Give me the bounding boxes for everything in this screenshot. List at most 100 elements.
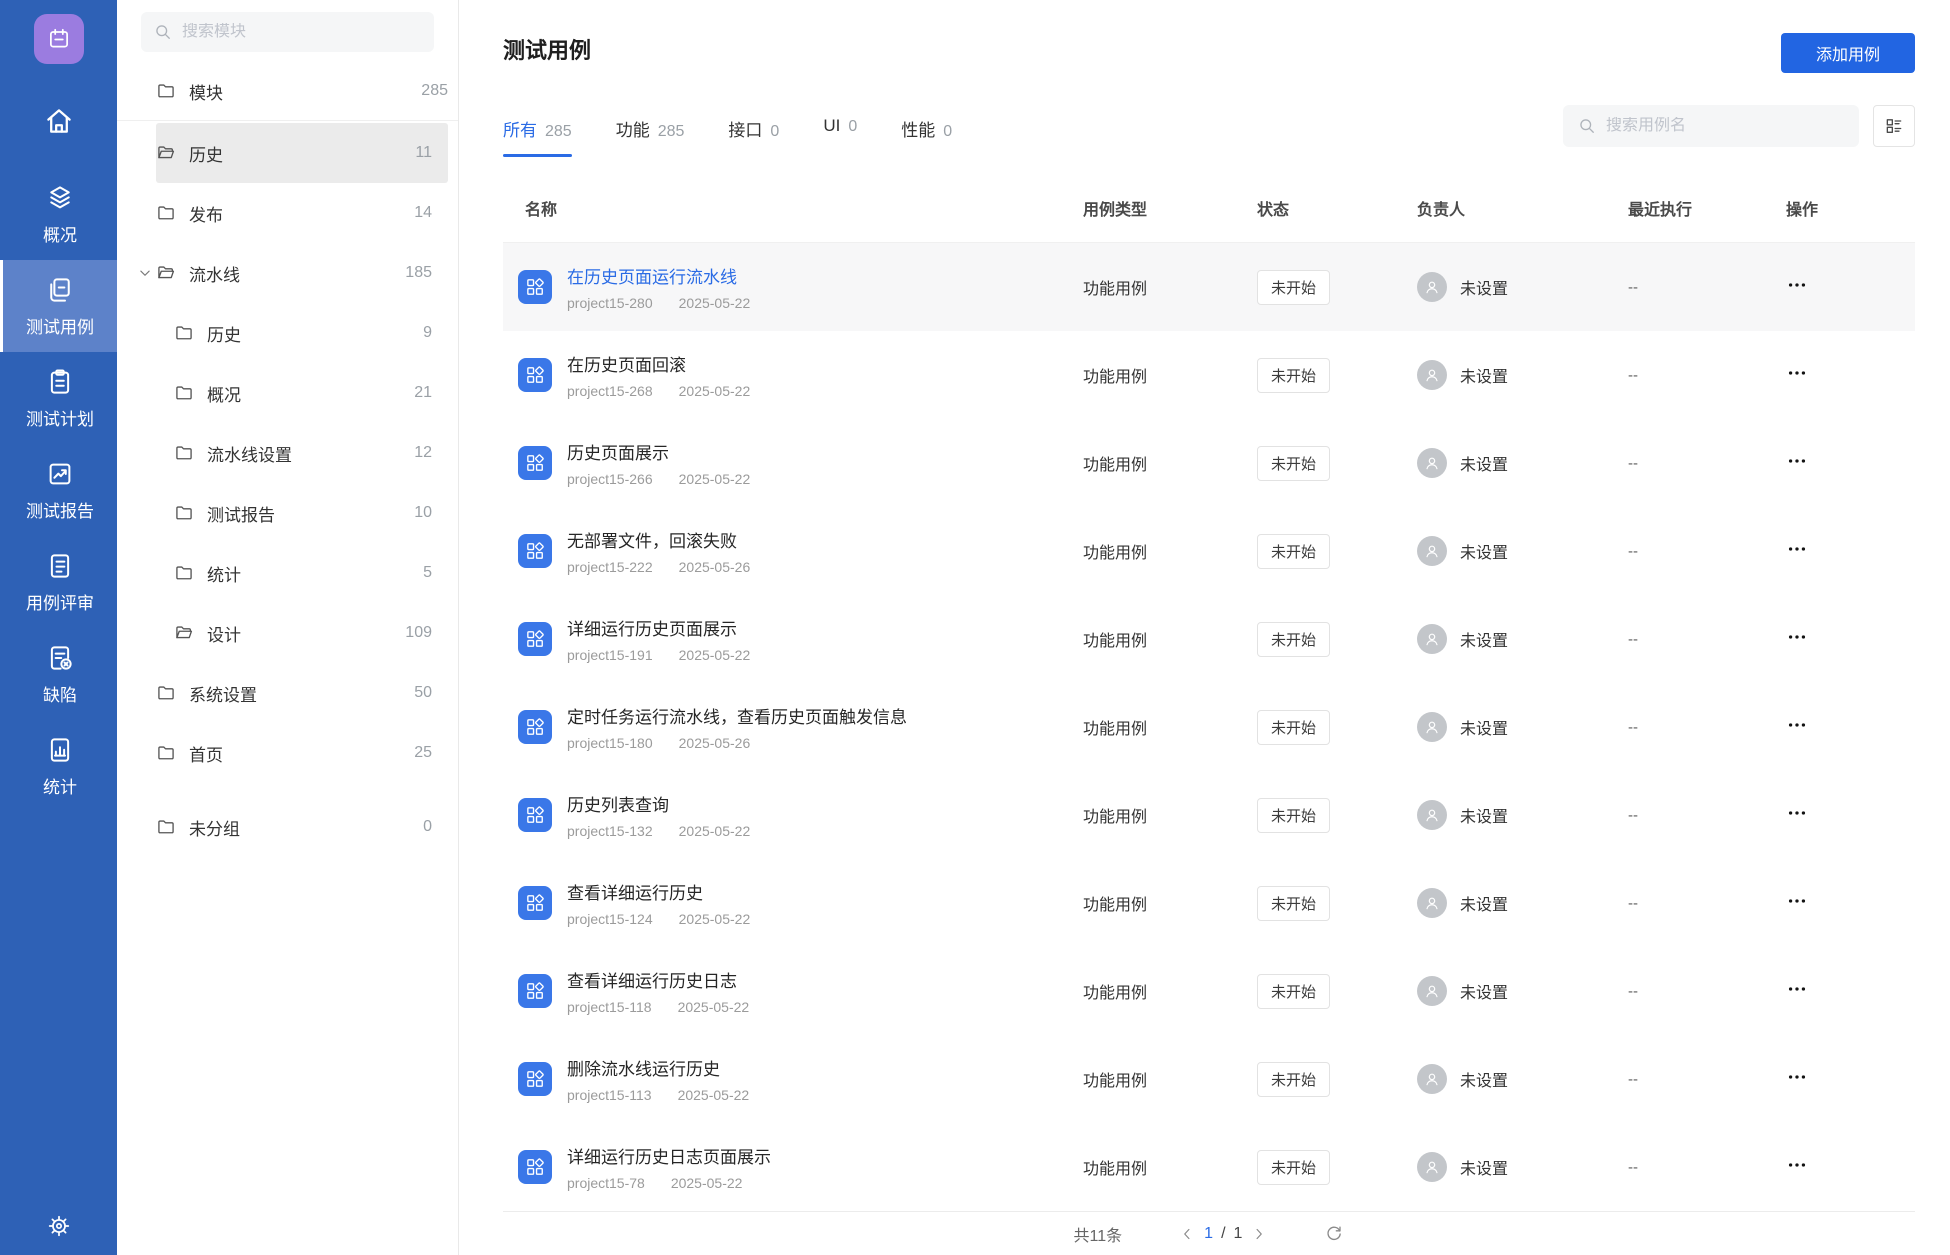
more-icon[interactable] [1786, 1154, 1808, 1176]
folder-icon [156, 203, 176, 223]
case-subtitle: project15-266 2025-05-22 [567, 471, 750, 487]
person-icon [1423, 982, 1441, 1000]
tree-item[interactable]: 流水线 185 [140, 243, 448, 303]
more-icon[interactable] [1786, 450, 1808, 472]
case-date: 2025-05-22 [678, 383, 751, 400]
module-search-box[interactable] [141, 12, 434, 52]
name-cell: 无部署文件，回滚失败 project15-222 2025-05-26 [503, 527, 1083, 575]
case-title-link[interactable]: 查看详细运行历史 [567, 879, 750, 904]
tab-UI[interactable]: UI 0 [823, 116, 857, 157]
case-title-link[interactable]: 在历史页面运行流水线 [567, 263, 750, 288]
tree-item-label: 测试报告 [207, 505, 275, 525]
tree-item[interactable]: 概况 21 [156, 363, 448, 423]
person-icon [1423, 542, 1441, 560]
recent-execution: -- [1628, 630, 1638, 648]
toolbar: 所有 285 功能 285 接口 0 UI 0 性能 0 [503, 105, 1915, 157]
more-icon[interactable] [1786, 274, 1808, 296]
sidebar-item-1[interactable]: 概况 [0, 168, 117, 260]
case-title-link[interactable]: 详细运行历史页面展示 [567, 615, 750, 640]
tree-item[interactable]: 流水线设置 12 [156, 423, 448, 483]
module-search-input[interactable] [182, 23, 422, 41]
tree-root-module[interactable]: 模块 285 [156, 62, 448, 120]
folder-open-icon [156, 263, 176, 283]
tree-item[interactable]: 首页 25 [156, 723, 448, 783]
sidebar-item-settings[interactable] [0, 1213, 117, 1239]
tree-item[interactable]: 历史 9 [156, 303, 448, 363]
case-type: 功能用例 [1083, 985, 1148, 1003]
tab-label: 功能 [615, 121, 650, 140]
case-id: project15-280 [567, 295, 653, 312]
case-title-link[interactable]: 历史页面展示 [567, 439, 750, 464]
sidebar-item-home[interactable] [0, 98, 117, 144]
tree-item[interactable]: 统计 5 [156, 543, 448, 603]
toolbar-right [1563, 105, 1915, 147]
tab-count: 0 [770, 123, 780, 140]
tree-item[interactable]: 未分组 0 [156, 797, 448, 857]
sidebar-item-2[interactable]: 测试用例 [0, 260, 117, 352]
tree-item[interactable]: 历史 11 [156, 123, 448, 183]
more-icon[interactable] [1786, 538, 1808, 560]
report-icon [45, 459, 75, 489]
tree-item[interactable]: 发布 14 [156, 183, 448, 243]
page-title: 测试用例 [503, 38, 592, 63]
sidebar-item-7[interactable]: 统计 [0, 720, 117, 812]
case-type: 功能用例 [1083, 545, 1148, 563]
more-icon[interactable] [1786, 1066, 1808, 1088]
refresh-icon[interactable] [1324, 1224, 1344, 1244]
more-icon[interactable] [1786, 362, 1808, 384]
tab-所有[interactable]: 所有 285 [503, 116, 572, 157]
case-type-icon [518, 534, 552, 569]
tab-功能[interactable]: 功能 285 [616, 116, 685, 157]
case-type-icon [518, 974, 552, 1009]
add-case-button[interactable]: 添加用例 [1781, 33, 1915, 73]
case-date: 2025-05-26 [678, 735, 751, 752]
tree-item[interactable]: 系统设置 50 [156, 663, 448, 723]
case-title-link[interactable]: 历史列表查询 [567, 791, 750, 816]
case-title-link[interactable]: 无部署文件，回滚失败 [567, 527, 750, 552]
tree-item[interactable]: 设计 109 [156, 603, 448, 663]
tree-item[interactable]: 测试报告 10 [156, 483, 448, 543]
more-icon[interactable] [1786, 714, 1808, 736]
row-actions [1786, 890, 1915, 917]
prev-page-icon[interactable] [1178, 1225, 1196, 1243]
case-type: 功能用例 [1083, 1161, 1148, 1179]
name-cell: 定时任务运行流水线，查看历史页面触发信息 project15-180 2025-05… [503, 703, 1083, 751]
avatar [1417, 1064, 1447, 1095]
more-icon[interactable] [1786, 890, 1808, 912]
sidebar-item-4[interactable]: 测试报告 [0, 444, 117, 536]
case-subtitle: project15-280 2025-05-22 [567, 295, 750, 311]
more-icon[interactable] [1786, 626, 1808, 648]
next-page-icon[interactable] [1250, 1225, 1268, 1243]
sidebar-item-5[interactable]: 用例评审 [0, 536, 117, 628]
case-search-input[interactable] [1606, 117, 1845, 135]
owner-label: 未设置 [1460, 809, 1509, 827]
more-icon[interactable] [1786, 802, 1808, 824]
sidebar-item-label: 用例评审 [26, 594, 94, 613]
view-toggle-button[interactable] [1873, 105, 1915, 147]
app-logo[interactable] [33, 14, 84, 64]
module-tree: 历史 11 发布 14 流水线 185 历史 9 概况 21 流水线设置 12 测试报告 10 统计 5 设计 1… [117, 121, 458, 857]
case-title-link[interactable]: 详细运行历史日志页面展示 [567, 1143, 771, 1168]
more-icon[interactable] [1786, 978, 1808, 1000]
tab-接口[interactable]: 接口 0 [728, 116, 779, 157]
recent-execution: -- [1628, 1070, 1638, 1088]
sidebar-item-label: 测试用例 [26, 318, 94, 337]
case-title-link[interactable]: 在历史页面回滚 [567, 351, 750, 376]
sidebar-item-3[interactable]: 测试计划 [0, 352, 117, 444]
tab-性能[interactable]: 性能 0 [901, 116, 952, 157]
case-date: 2025-05-22 [678, 823, 751, 840]
case-title-link[interactable]: 删除流水线运行历史 [567, 1055, 749, 1080]
main-header: 测试用例 添加用例 [503, 0, 1915, 73]
status-cell: 未开始 [1257, 797, 1417, 833]
tree-item-label: 未分组 [189, 819, 240, 839]
sidebar-item-6[interactable]: 缺陷 [0, 628, 117, 720]
tree-item-label: 流水线 [189, 265, 240, 285]
case-title-link[interactable]: 查看详细运行历史日志 [567, 967, 749, 992]
owner-label: 未设置 [1460, 985, 1509, 1003]
case-type-icon [518, 622, 552, 657]
grid-icon [524, 980, 546, 1002]
case-search-box[interactable] [1563, 105, 1859, 147]
gear-icon [46, 1213, 72, 1239]
recent-execution: -- [1628, 806, 1638, 824]
case-title-link[interactable]: 定时任务运行流水线，查看历史页面触发信息 [567, 703, 907, 728]
